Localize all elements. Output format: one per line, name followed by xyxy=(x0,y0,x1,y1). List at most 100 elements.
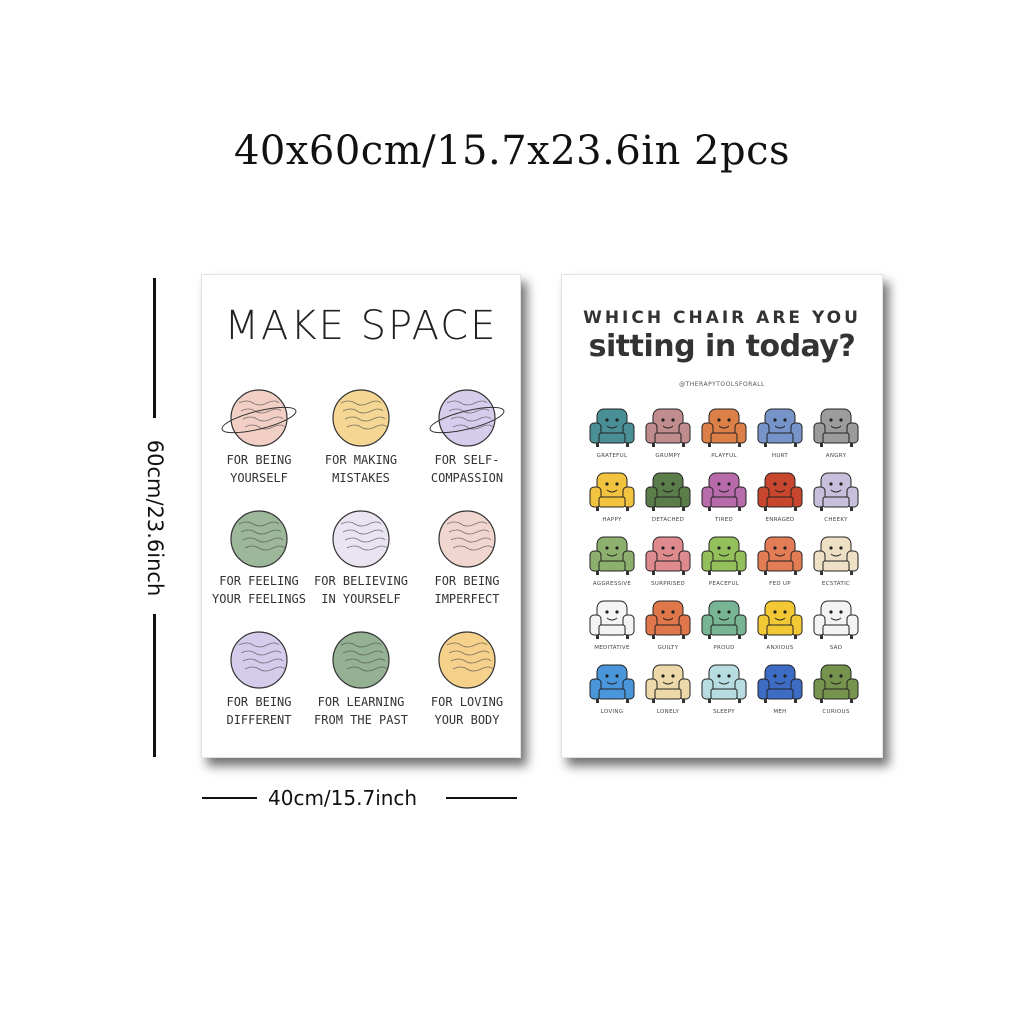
armchair-icon xyxy=(589,472,635,511)
armchair-icon xyxy=(757,408,803,447)
height-line-bottom xyxy=(153,614,156,757)
poster-make-space: MAKE SPACE FOR BEING YOURSELF FOR MAKING MI… xyxy=(201,274,521,758)
planet-item: FOR LOVING YOUR BODY xyxy=(414,629,520,749)
chair-label: LONELY xyxy=(656,709,680,715)
chair-item: PEACEFUL xyxy=(696,535,752,599)
poster-which-chair: WHICH CHAIR ARE YOU sitting in today? @T… xyxy=(561,274,883,758)
planet-item: FOR MAKING MISTAKES xyxy=(308,387,414,507)
chair-label: ANGRY xyxy=(825,453,847,459)
chair-label: PEACEFUL xyxy=(708,581,740,587)
planet-icon xyxy=(429,389,505,447)
width-line-right xyxy=(446,797,517,799)
armchair-icon xyxy=(757,664,803,703)
chair-label: ANXIOUS xyxy=(766,645,794,651)
chair-label: GUILTY xyxy=(657,645,679,651)
planet-item: FOR BEING DIFFERENT xyxy=(206,629,312,749)
planet-label-line1: FOR FEELING xyxy=(219,574,299,588)
armchair-icon xyxy=(645,600,691,639)
chair-item: DETACHED xyxy=(640,471,696,535)
planet-label-line1: FOR BEING xyxy=(226,695,292,709)
chair-item: CURIOUS xyxy=(808,663,864,727)
chair-item: PROUD xyxy=(696,599,752,663)
chair-item: GRATEFUL xyxy=(584,407,640,471)
chair-label: FED UP xyxy=(769,581,791,587)
planet-icon xyxy=(332,389,390,447)
chair-label: LOVING xyxy=(600,709,624,715)
planet-label-line1: FOR BELIEVING xyxy=(314,574,408,588)
armchair-icon xyxy=(813,472,859,511)
chair-label: GRUMPY xyxy=(655,453,681,459)
poster-title-line1: WHICH CHAIR ARE YOU xyxy=(583,308,861,328)
armchair-icon xyxy=(645,408,691,447)
planet-label-line2: YOUR BODY xyxy=(434,713,500,727)
poster-handle: @THERAPYTOOLSFORALL xyxy=(679,381,765,388)
chair-item: TIRED xyxy=(696,471,752,535)
chair-label: MEH xyxy=(773,709,787,715)
chair-label: ECSTATIC xyxy=(821,581,851,587)
chair-item: ANGRY xyxy=(808,407,864,471)
planet-item: FOR FEELING YOUR FEELINGS xyxy=(206,508,312,628)
armchair-icon xyxy=(701,664,747,703)
planet-item: FOR SELF- COMPASSION xyxy=(414,387,520,507)
planet-item: FOR LEARNING FROM THE PAST xyxy=(308,629,414,749)
chair-label: MEDITATIVE xyxy=(594,645,630,651)
chair-item: SURPRISED xyxy=(640,535,696,599)
chair-item: FED UP xyxy=(752,535,808,599)
chair-label: ENRAGED xyxy=(765,517,795,523)
chair-item: GRUMPY xyxy=(640,407,696,471)
chair-label: HAPPY xyxy=(602,517,622,523)
planet-icon xyxy=(230,631,288,689)
armchair-icon xyxy=(701,472,747,511)
armchair-icon xyxy=(757,536,803,575)
planet-label-line2: YOUR FEELINGS xyxy=(212,592,306,606)
planet-icon xyxy=(332,631,390,689)
poster-title: MAKE SPACE xyxy=(224,303,498,349)
planet-item: FOR BEING YOURSELF xyxy=(206,387,312,507)
planet-label-line1: FOR BEING xyxy=(434,574,500,588)
armchair-icon xyxy=(645,472,691,511)
planet-item: FOR BEING IMPERFECT xyxy=(414,508,520,628)
planet-item: FOR BELIEVING IN YOURSELF xyxy=(308,508,414,628)
planet-label-line2: YOURSELF xyxy=(230,471,288,485)
chair-item: HURT xyxy=(752,407,808,471)
chair-item: PLAYFUL xyxy=(696,407,752,471)
armchair-icon xyxy=(757,472,803,511)
poster-title-line2: sitting in today? xyxy=(588,329,856,364)
planet-label-line1: FOR MAKING xyxy=(324,453,398,467)
armchair-icon xyxy=(701,600,747,639)
planet-icon xyxy=(438,510,496,568)
chair-label: SAD xyxy=(829,645,843,651)
chair-label: DETACHED xyxy=(651,517,685,523)
chair-item: ANXIOUS xyxy=(752,599,808,663)
chair-label: PROUD xyxy=(713,645,735,651)
height-label: 60cm/23.6inch xyxy=(143,439,167,597)
armchair-icon xyxy=(813,664,859,703)
planet-label-line1: FOR BEING xyxy=(226,453,292,467)
width-label: 40cm/15.7inch xyxy=(268,786,418,810)
chair-label: AGGRESSIVE xyxy=(592,581,632,587)
chair-item: CHEEKY xyxy=(808,471,864,535)
height-line-top xyxy=(153,278,156,418)
chair-label: SURPRISED xyxy=(651,581,685,587)
chair-item: SLEEPY xyxy=(696,663,752,727)
chair-label: SLEEPY xyxy=(713,709,735,715)
chair-item: ECSTATIC xyxy=(808,535,864,599)
chair-item: MEDITATIVE xyxy=(584,599,640,663)
planet-icon xyxy=(332,510,390,568)
armchair-icon xyxy=(813,600,859,639)
armchair-icon xyxy=(589,408,635,447)
planet-label-line2: IN YOURSELF xyxy=(321,592,401,606)
chair-label: PLAYFUL xyxy=(711,453,737,459)
armchair-icon xyxy=(645,536,691,575)
planet-icon xyxy=(438,631,496,689)
armchair-icon xyxy=(701,408,747,447)
chair-label: GRATEFUL xyxy=(596,453,628,459)
chair-item: ENRAGED xyxy=(752,471,808,535)
planet-label-line1: FOR LOVING xyxy=(430,695,504,709)
armchair-icon xyxy=(589,664,635,703)
chair-item: LONELY xyxy=(640,663,696,727)
planet-label-line2: IMPERFECT xyxy=(434,592,500,606)
planet-label-line2: MISTAKES xyxy=(332,471,390,485)
armchair-icon xyxy=(589,536,635,575)
chair-label: CURIOUS xyxy=(822,709,850,715)
